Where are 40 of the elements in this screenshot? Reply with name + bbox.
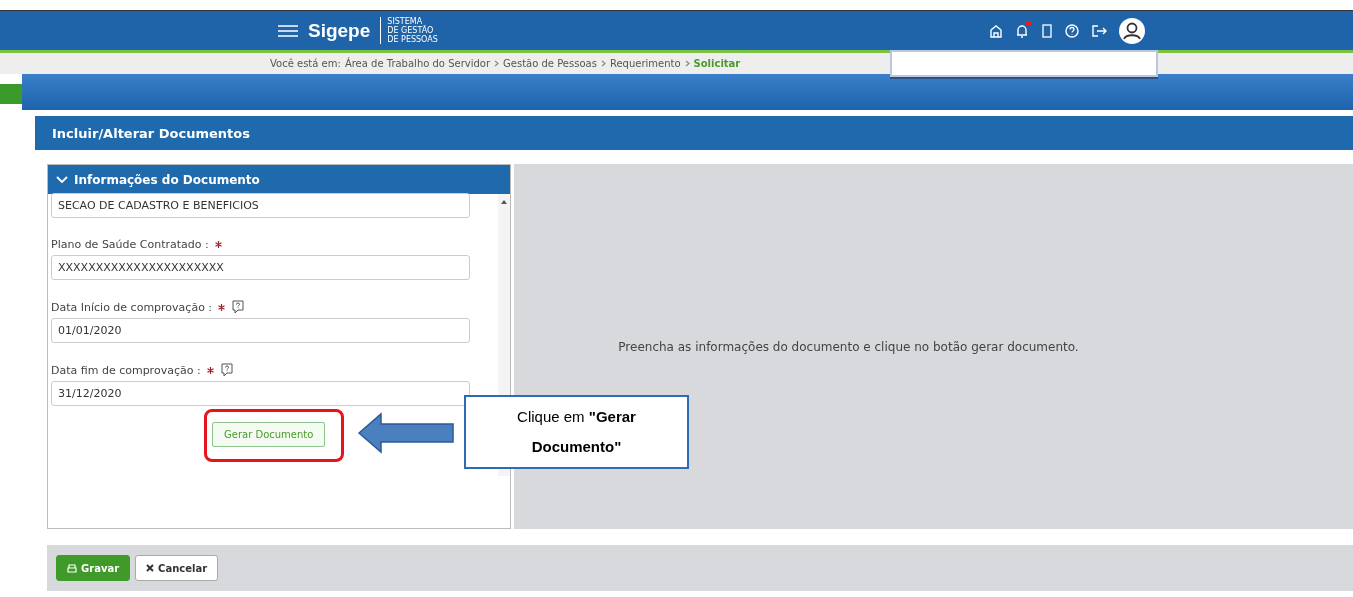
chevron-icon	[56, 175, 68, 184]
help-icon[interactable]	[219, 363, 234, 377]
section-title: Incluir/Alterar Documentos	[35, 116, 1353, 150]
input-field[interactable]: SECAO DE CADASTRO E BENEFICIOS	[51, 193, 470, 218]
logo-subtitle: DE GESTÃO	[387, 26, 435, 35]
book-icon[interactable]	[1041, 23, 1053, 38]
field-label: Data Início de comprovação :	[51, 300, 213, 314]
input-field[interactable]: 01/01/2020	[51, 318, 470, 343]
scroll-up-icon[interactable]	[501, 200, 507, 204]
callout-tooltip: Clique em "Gerar Documento"	[464, 395, 689, 469]
field-label: Plano de Saúde Contratado :	[51, 238, 209, 251]
help-icon[interactable]	[1065, 23, 1079, 38]
generate-document-button[interactable]: Gerar Documento	[212, 422, 326, 447]
save-button[interactable]: Gravar	[56, 555, 131, 581]
input-field[interactable]: 31/12/2020	[51, 381, 470, 406]
panel-title: Informações do Documento	[74, 172, 260, 187]
close-icon	[146, 564, 155, 572]
breadcrumb-link[interactable]: Requerimento	[609, 58, 681, 69]
printer-icon	[67, 563, 77, 573]
preview-message: Preencha as informações do documento e clique no botão gerar documento.	[618, 339, 1080, 354]
help-icon[interactable]	[231, 300, 246, 314]
cancel-button[interactable]: Cancelar	[135, 555, 219, 581]
input-field[interactable]: XXXXXXXXXXXXXXXXXXXXXX	[51, 255, 470, 280]
breadcrumb-link[interactable]: Área de Trabalho do Servidor	[344, 58, 491, 69]
chevron-right-icon	[494, 60, 500, 67]
chevron-right-icon	[600, 60, 606, 67]
home-icon[interactable]	[989, 23, 1003, 38]
logo-subtitle: SISTEMA	[387, 17, 423, 26]
left-arrow-icon	[357, 412, 457, 454]
breadcrumb-link[interactable]: Gestão de Pessoas	[503, 58, 597, 69]
bell-icon[interactable]	[1015, 23, 1029, 38]
field-label: Data fim de comprovação :	[51, 363, 201, 377]
chevron-right-icon	[684, 60, 690, 67]
logout-icon[interactable]	[1091, 23, 1107, 38]
menu-icon[interactable]	[278, 24, 298, 37]
logo: Sigepe	[308, 19, 371, 42]
breadcrumb-prefix: Você está em:	[270, 58, 341, 69]
logo-subtitle: DE PESSOAS	[387, 35, 438, 44]
panel-header[interactable]: Informações do Documento	[48, 165, 510, 194]
avatar-icon[interactable]	[1119, 17, 1145, 44]
